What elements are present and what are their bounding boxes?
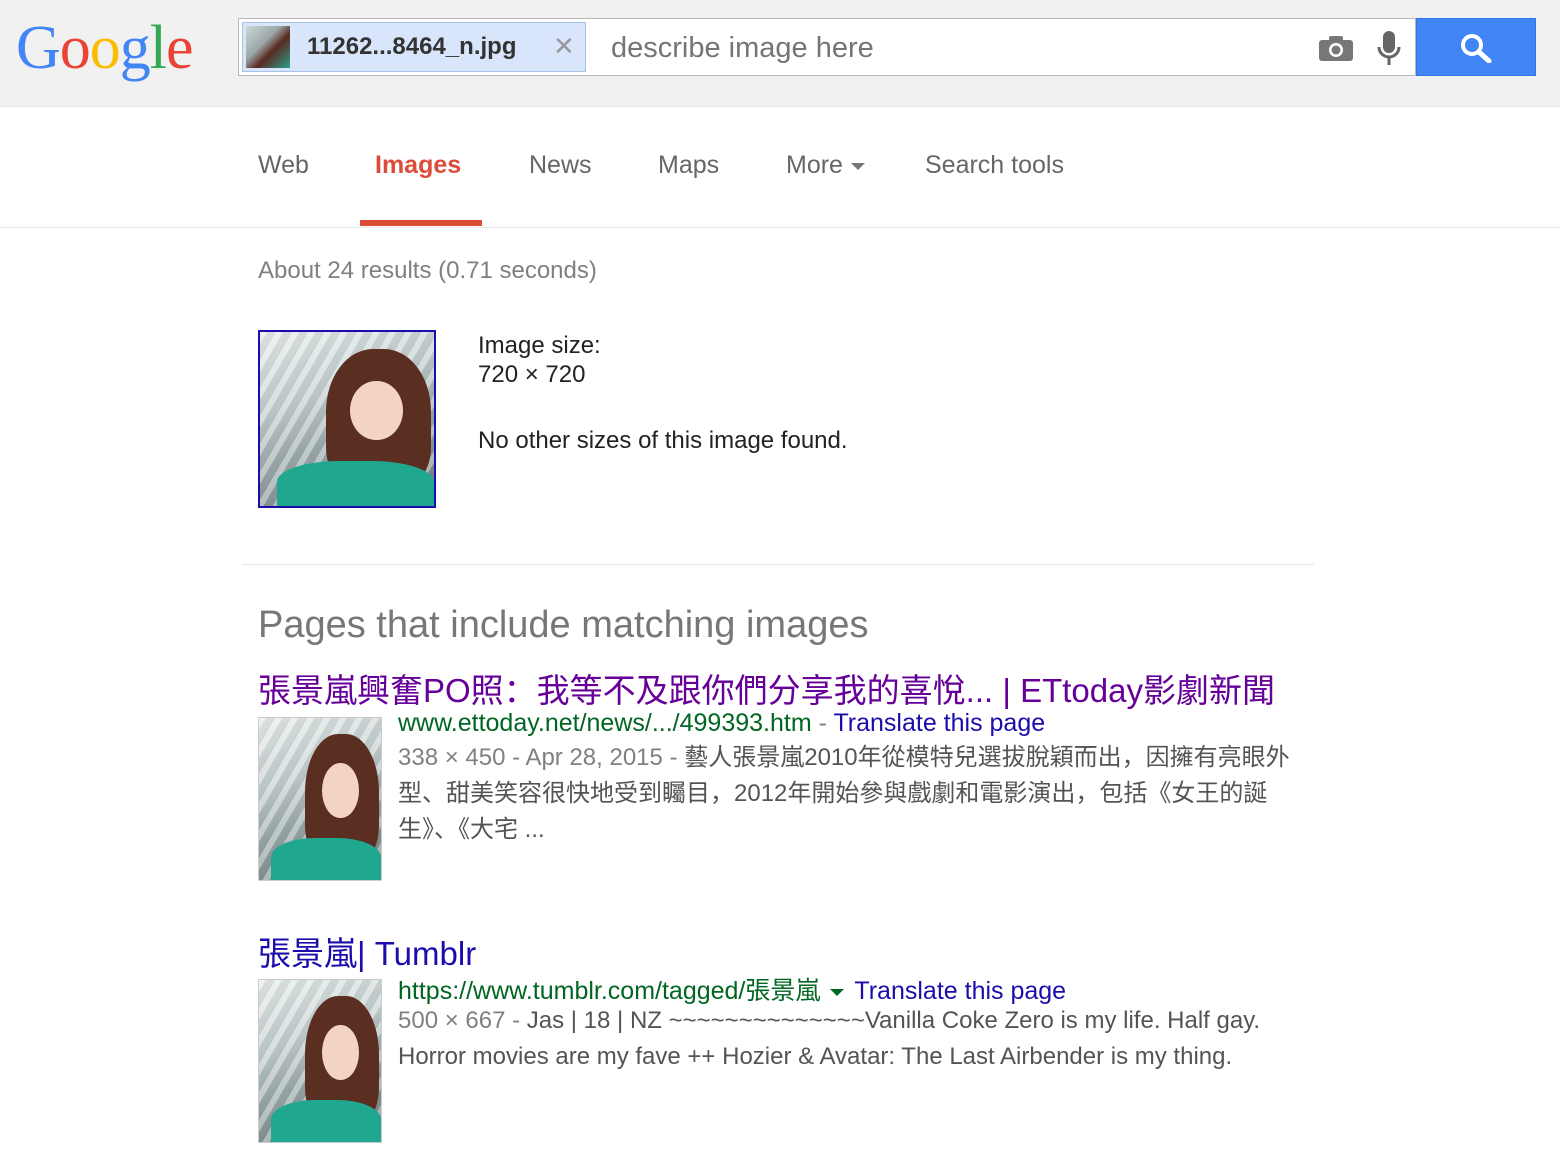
result-meta: 338 × 450 - Apr 28, 2015 - [398, 744, 685, 771]
divider [242, 564, 1314, 565]
result-url-line: www.ettoday.net/news/.../499393.htm - Tr… [398, 709, 1045, 738]
chevron-down-icon [850, 162, 865, 170]
tab-more-label: More [786, 151, 843, 179]
search-box[interactable]: 11262...8464_n.jpg ✕ [238, 18, 1416, 76]
image-size-value: 720 × 720 [478, 361, 586, 388]
uploaded-image-filename: 11262...8464_n.jpg [307, 33, 517, 60]
result-meta: 500 × 667 - [398, 1007, 527, 1034]
search-icon [1461, 34, 1492, 63]
result-thumbnail[interactable] [258, 717, 382, 881]
tab-images[interactable]: Images [375, 151, 461, 180]
result-snippet: 338 × 450 - Apr 28, 2015 - 藝人張景嵐2010年從模特… [398, 740, 1298, 848]
search-tabs: Web Images News Maps More Search tools [0, 107, 1560, 228]
result-url: https://www.tumblr.com/tagged/張景嵐 [398, 977, 821, 1005]
url-separator: - [811, 709, 834, 737]
top-bar: Google 11262...8464_n.jpg ✕ [0, 0, 1560, 107]
result-stats: About 24 results (0.71 seconds) [258, 257, 597, 284]
uploaded-image-thumbnail [246, 26, 290, 68]
search-button[interactable] [1416, 18, 1536, 76]
tab-more[interactable]: More [786, 151, 865, 180]
result-title[interactable]: 張景嵐興奮PO照：我等不及跟你們分享我的喜悅... | ETtoday影劇新聞 [258, 664, 1298, 712]
translate-link[interactable]: Translate this page [854, 977, 1066, 1005]
result-url-line: https://www.tumblr.com/tagged/張景嵐 Transla… [398, 971, 1066, 1007]
search-input[interactable] [609, 31, 1303, 66]
url-options-caret-icon[interactable] [830, 988, 845, 996]
tab-maps[interactable]: Maps [658, 151, 719, 180]
result-thumbnail[interactable] [258, 979, 382, 1143]
google-logo[interactable]: Google [16, 8, 194, 88]
camera-icon[interactable] [1317, 33, 1355, 63]
search-tools-button[interactable]: Search tools [925, 151, 1064, 180]
no-other-sizes-note: No other sizes of this image found. [478, 427, 848, 454]
remove-image-icon[interactable]: ✕ [553, 31, 575, 62]
tab-news[interactable]: News [529, 151, 592, 180]
active-tab-indicator [360, 220, 482, 226]
section-title: Pages that include matching images [258, 604, 869, 646]
microphone-icon[interactable] [1375, 29, 1403, 69]
result-title[interactable]: 張景嵐| Tumblr [258, 927, 1298, 975]
uploaded-image-chip[interactable]: 11262...8464_n.jpg ✕ [242, 22, 586, 72]
tab-web[interactable]: Web [258, 151, 309, 180]
result-url: www.ettoday.net/news/.../499393.htm [398, 709, 812, 737]
image-size-label: Image size: [478, 332, 601, 359]
query-image-thumbnail[interactable] [258, 330, 436, 508]
translate-link[interactable]: Translate this page [833, 709, 1045, 737]
result-snippet: 500 × 667 - Jas | 18 | NZ ~~~~~~~~~~~~~~… [398, 1003, 1298, 1075]
result-snippet-text: Jas | 18 | NZ ~~~~~~~~~~~~~~Vanilla Coke… [398, 1007, 1261, 1070]
